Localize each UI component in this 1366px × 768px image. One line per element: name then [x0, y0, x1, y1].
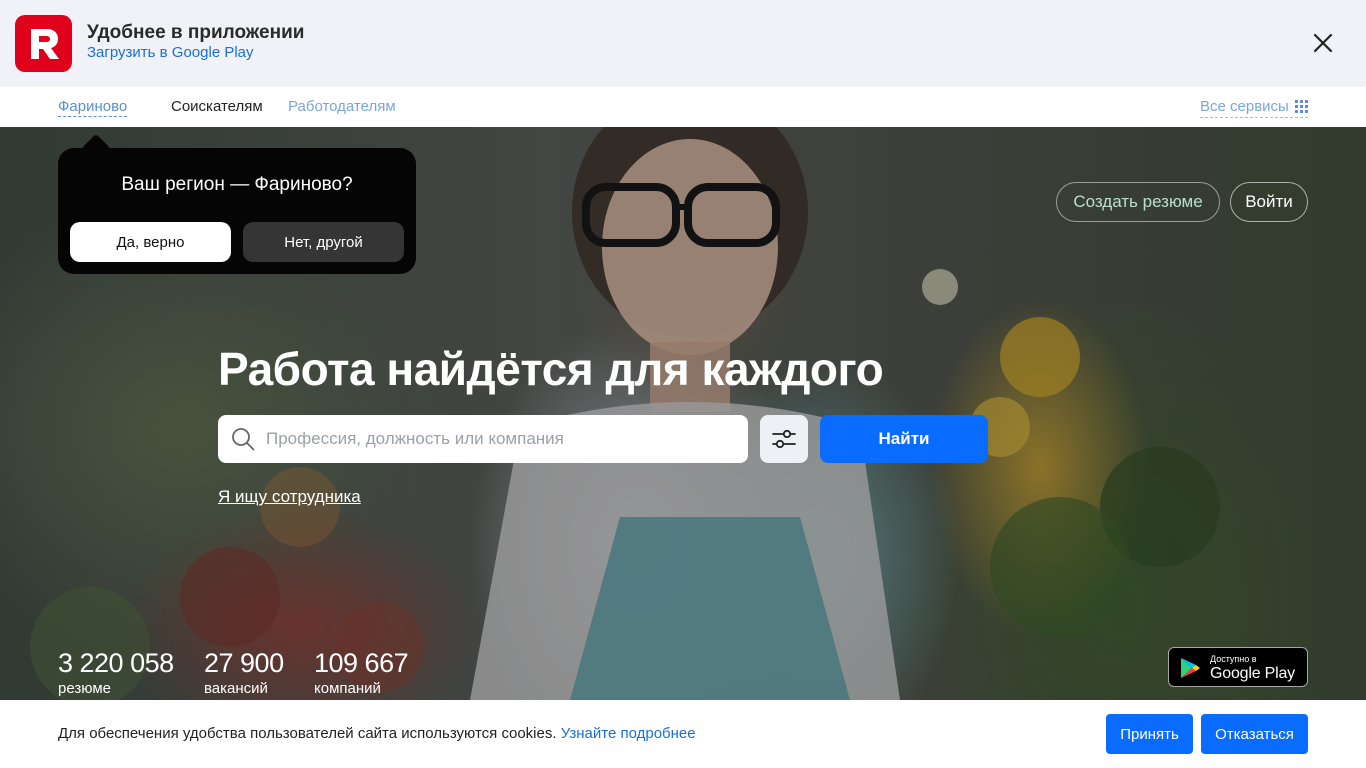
- nav-employers[interactable]: Работодателям: [288, 98, 396, 115]
- stat-value: 27 900: [204, 648, 284, 678]
- sliders-icon: [772, 429, 796, 449]
- hero-headline: Работа найдётся для каждого: [218, 343, 884, 395]
- search-filters-button[interactable]: [760, 415, 808, 463]
- cookie-text: Для обеспечения удобства пользователей с…: [58, 725, 557, 742]
- region-selector[interactable]: Фариново: [58, 98, 128, 117]
- google-play-icon: [1179, 657, 1201, 679]
- all-services-label: Все сервисы: [1200, 98, 1289, 115]
- all-services-menu[interactable]: Все сервисы: [1200, 98, 1308, 118]
- grid-icon: [1294, 100, 1308, 113]
- stat-label: резюме: [58, 680, 111, 697]
- gplay-title: Google Play: [1210, 665, 1295, 682]
- cookie-decline-button[interactable]: Отказаться: [1201, 714, 1308, 754]
- search-icon: [231, 427, 255, 451]
- create-resume-button[interactable]: Создать резюме: [1056, 182, 1220, 222]
- cookie-accept-button[interactable]: Принять: [1106, 714, 1193, 754]
- stat-value: 3 220 058: [58, 648, 174, 678]
- top-navigation: Фариново Соискателям Работодателям Все с…: [0, 87, 1366, 127]
- stat-value: 109 667: [314, 648, 409, 678]
- rabota-logo-icon[interactable]: [15, 15, 72, 72]
- stat-vacancies: 27 900 вакансий: [204, 648, 284, 697]
- stat-companies: 109 667 компаний: [314, 648, 409, 697]
- cookie-message: Для обеспечения удобства пользователей с…: [58, 725, 696, 742]
- search-input[interactable]: [266, 415, 736, 463]
- find-button[interactable]: Найти: [820, 415, 988, 463]
- gplay-caption: Доступно в: [1210, 654, 1257, 664]
- nav-seekers[interactable]: Соискателям: [171, 98, 263, 115]
- google-play-download-link[interactable]: Загрузить в Google Play: [87, 44, 254, 61]
- app-install-banner: Удобнее в приложении Загрузить в Google …: [0, 0, 1366, 87]
- region-confirm-yes-button[interactable]: Да, верно: [70, 222, 231, 262]
- close-icon[interactable]: [1310, 30, 1336, 56]
- stat-resumes: 3 220 058 резюме: [58, 648, 174, 697]
- region-confirm-popover: Ваш регион — Фариново? Да, верно Нет, др…: [58, 148, 416, 274]
- region-question: Ваш регион — Фариново?: [121, 174, 353, 195]
- login-button[interactable]: Войти: [1230, 182, 1308, 222]
- stat-label: компаний: [314, 680, 381, 697]
- region-confirm-no-button[interactable]: Нет, другой: [243, 222, 404, 262]
- app-banner-title: Удобнее в приложении: [87, 22, 305, 43]
- cookie-learn-more-link[interactable]: Узнайте подробнее: [561, 725, 696, 742]
- search-box: [218, 415, 748, 463]
- cookie-consent-bar: Для обеспечения удобства пользователей с…: [0, 700, 1366, 768]
- google-play-badge[interactable]: Доступно в Google Play: [1168, 647, 1308, 687]
- stat-label: вакансий: [204, 680, 268, 697]
- employer-search-link[interactable]: Я ищу сотрудника: [218, 487, 361, 507]
